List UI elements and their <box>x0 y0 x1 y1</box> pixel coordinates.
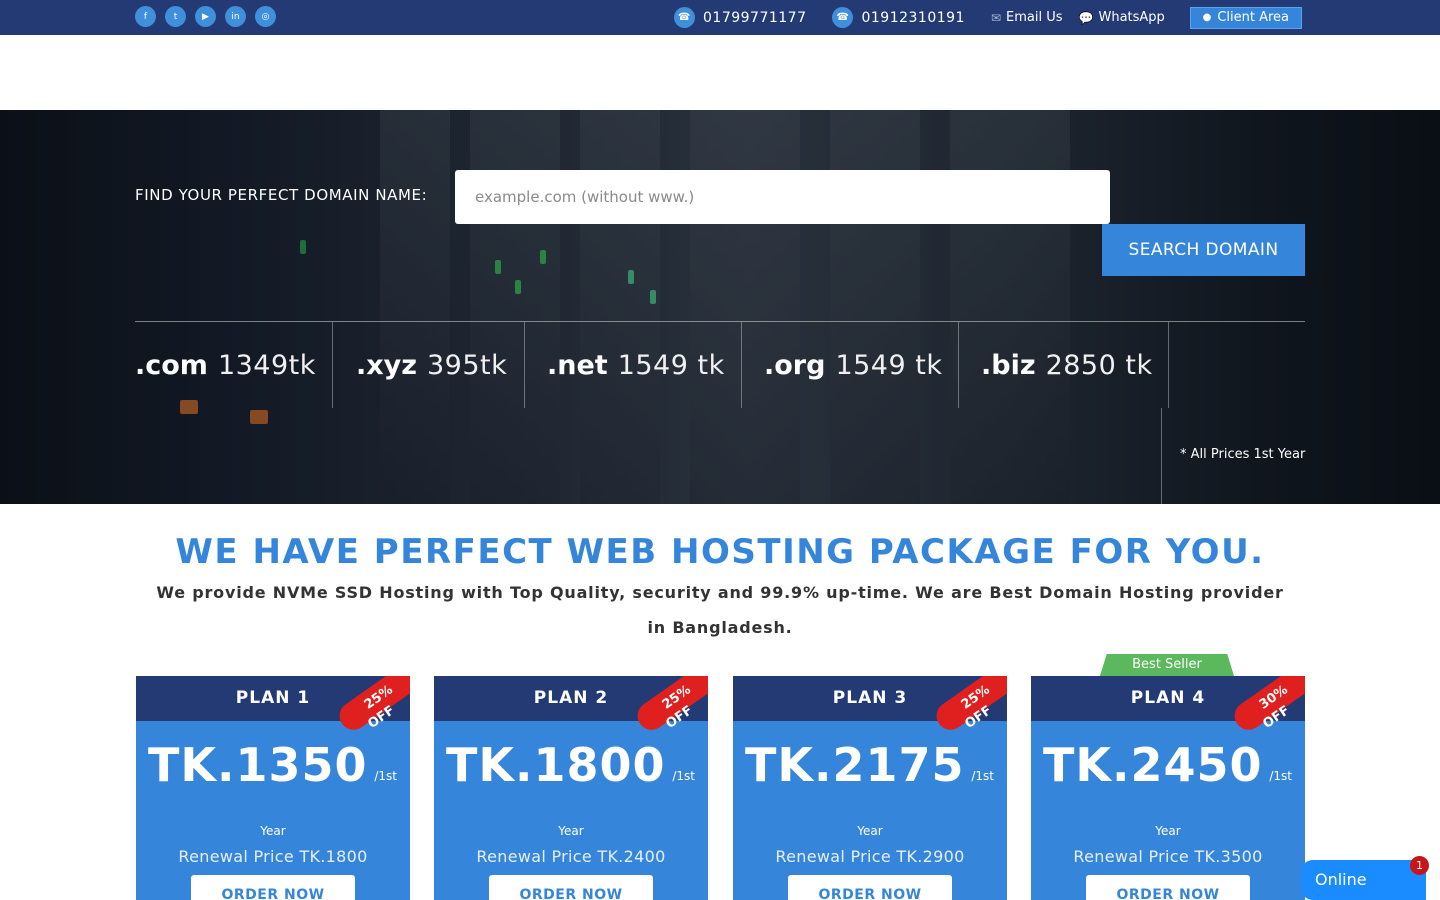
social-links: f t ▶ in ◎ <box>135 6 276 27</box>
plan-per: /1st <box>374 769 397 783</box>
tld-ext: .biz <box>981 349 1036 381</box>
tld-price-net: .net 1549 tk <box>547 322 742 408</box>
plan-price: TK.2175 <box>745 738 965 792</box>
plan-price: TK.1350 <box>148 738 368 792</box>
instagram-icon[interactable]: ◎ <box>255 6 276 27</box>
facebook-icon[interactable]: f <box>135 6 156 27</box>
hosting-section-subtitle: We provide NVMe SSD Hosting with Top Qua… <box>156 583 1284 637</box>
phone-link-2[interactable]: ☎ 01912310191 <box>832 7 964 28</box>
order-now-button[interactable]: ORDER NOW <box>788 875 952 900</box>
email-link[interactable]: ✉ Email Us <box>991 10 1063 25</box>
phone-icon: ☎ <box>674 7 695 28</box>
plan-per: /1st <box>971 769 994 783</box>
chat-icon: 💬 <box>1078 10 1094 25</box>
user-icon: ● <box>1202 12 1212 23</box>
whatsapp-label: WhatsApp <box>1098 10 1165 25</box>
price-note: * All Prices 1st Year <box>1180 447 1306 462</box>
best-seller-badge: Best Seller <box>1100 654 1234 676</box>
tld-price: 1549 tk <box>835 349 943 381</box>
chat-notification-badge: 1 <box>1410 856 1429 875</box>
phone-number-1: 01799771177 <box>703 9 807 26</box>
plan-year: Year <box>260 824 286 838</box>
tld-ext: .net <box>547 349 608 381</box>
youtube-icon[interactable]: ▶ <box>195 6 216 27</box>
order-now-button[interactable]: ORDER NOW <box>489 875 653 900</box>
plan-year: Year <box>1155 824 1181 838</box>
tld-price-biz: .biz 2850 tk <box>981 322 1169 408</box>
tld-price-org: .org 1549 tk <box>764 322 959 408</box>
order-now-button[interactable]: ORDER NOW <box>1086 875 1250 900</box>
tld-divider-vertical <box>1161 408 1162 504</box>
client-area-label: Client Area <box>1217 10 1290 25</box>
phone-number-2: 01912310191 <box>861 9 965 26</box>
client-area-button[interactable]: ● Client Area <box>1189 6 1302 29</box>
hosting-section-title: WE HAVE PERFECT WEB HOSTING PACKAGE FOR … <box>175 532 1265 572</box>
plan-price: TK.2450 <box>1043 738 1263 792</box>
tld-ext: .xyz <box>356 349 417 381</box>
top-bar: f t ▶ in ◎ ☎ 01799771177 ☎ 01912310191 ✉… <box>0 0 1440 35</box>
tld-price-com: .com 1349tk <box>135 322 333 408</box>
top-contact: ☎ 01799771177 ☎ 01912310191 ✉ Email Us 💬… <box>674 0 1302 35</box>
domain-search-input[interactable] <box>455 170 1110 224</box>
tld-ext: .org <box>764 349 826 381</box>
plan-renewal: Renewal Price TK.3500 <box>1073 847 1263 866</box>
plan-renewal: Renewal Price TK.2900 <box>775 847 965 866</box>
linkedin-icon[interactable]: in <box>225 6 246 27</box>
find-domain-label: FIND YOUR PERFECT DOMAIN NAME: <box>135 186 428 204</box>
twitter-icon[interactable]: t <box>165 6 186 27</box>
live-chat-button[interactable]: Online <box>1301 860 1426 900</box>
search-domain-button[interactable]: SEARCH DOMAIN <box>1102 224 1305 276</box>
plan-card-1: PLAN 1 25% OFF TK.1350 /1st Year Renewal… <box>136 676 410 900</box>
plan-year: Year <box>558 824 584 838</box>
plan-renewal: Renewal Price TK.1800 <box>178 847 368 866</box>
plan-price: TK.1800 <box>446 738 666 792</box>
plan-renewal: Renewal Price TK.2400 <box>476 847 666 866</box>
plan-per: /1st <box>1269 769 1292 783</box>
plan-card-4: PLAN 4 30% OFF TK.2450 /1st Year Renewal… <box>1031 676 1305 900</box>
header-strip <box>0 35 1440 110</box>
plan-per: /1st <box>672 769 695 783</box>
tld-ext: .com <box>135 349 208 381</box>
email-label: Email Us <box>1006 10 1063 25</box>
plan-year: Year <box>857 824 883 838</box>
plan-card-3: PLAN 3 25% OFF TK.2175 /1st Year Renewal… <box>733 676 1007 900</box>
envelope-icon: ✉ <box>990 10 1002 25</box>
tld-price: 2850 tk <box>1045 349 1153 381</box>
order-now-button[interactable]: ORDER NOW <box>191 875 355 900</box>
plan-card-2: PLAN 2 25% OFF TK.1800 /1st Year Renewal… <box>434 676 708 900</box>
tld-price-xyz: .xyz 395tk <box>356 322 525 408</box>
whatsapp-link[interactable]: 💬 WhatsApp <box>1079 10 1165 25</box>
tld-price: 1349tk <box>217 349 316 381</box>
phone-icon: ☎ <box>832 7 854 28</box>
tld-price: 395tk <box>427 349 508 381</box>
phone-link-1[interactable]: ☎ 01799771177 <box>674 7 806 28</box>
tld-price: 1549 tk <box>617 349 725 381</box>
